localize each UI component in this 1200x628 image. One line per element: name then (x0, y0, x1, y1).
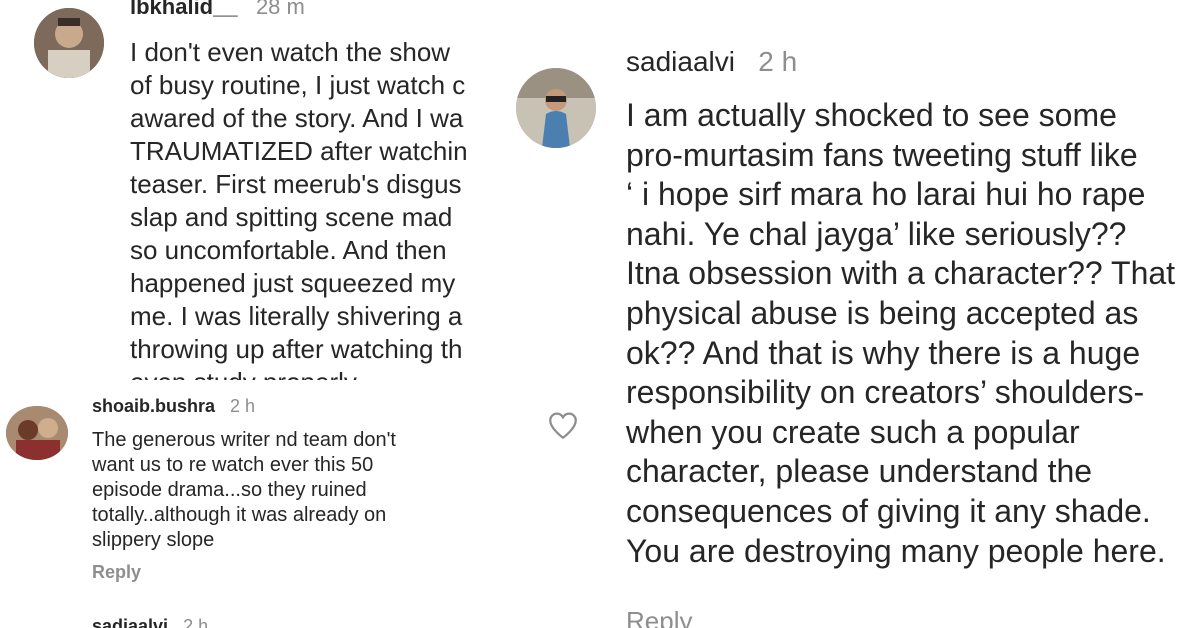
avatar[interactable] (34, 8, 104, 78)
comment-time: 28 m (255, 0, 305, 19)
comment-sadiaalvi: sadiaalvi 2 h I am actually shocked to s… (508, 0, 1200, 628)
comment-username[interactable]: lbkhalid__ 28 m (130, 0, 305, 20)
comment-time: 2 h (183, 616, 209, 628)
avatar[interactable] (6, 406, 68, 460)
comment-shoaib-bushra: shoaib.bushra 2 h The generous writer nd… (0, 390, 490, 628)
comment-lbkhalid: lbkhalid__ 28 m I don't even watch the s… (0, 0, 480, 380)
username-text[interactable]: lbkhalid__ (130, 0, 238, 19)
username-text[interactable]: shoaib.bushra (92, 396, 215, 416)
comment-username[interactable]: shoaib.bushra 2 h (92, 396, 255, 417)
comment-time: 2 h (758, 46, 798, 77)
username-text[interactable]: sadiaalvi (626, 46, 735, 77)
comment-text: I don't even watch the show of busy rout… (130, 37, 468, 380)
heart-icon[interactable] (546, 408, 580, 442)
comment-time: 2 h (230, 396, 256, 416)
comment-text: The generous writer nd team don't want u… (92, 429, 396, 551)
next-comment-username[interactable]: sadiaalvi 2 h (92, 616, 208, 628)
username-text[interactable]: sadiaalvi (92, 616, 168, 628)
avatar[interactable] (516, 68, 596, 148)
comment-username[interactable]: sadiaalvi 2 h (626, 46, 797, 78)
reply-button[interactable]: Reply (92, 562, 141, 583)
comment-text: I am actually shocked to see some pro-mu… (626, 97, 1176, 569)
reply-button[interactable]: Reply (626, 606, 692, 628)
